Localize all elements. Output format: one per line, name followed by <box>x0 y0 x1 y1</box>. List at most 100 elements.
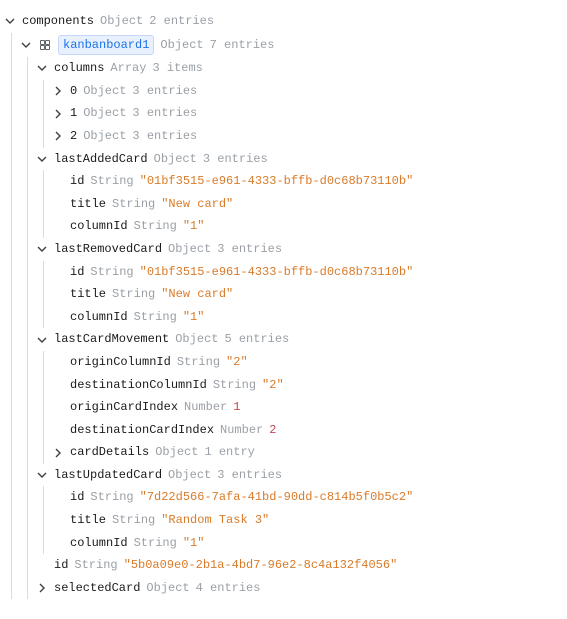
count-label: 3 entries <box>217 240 282 259</box>
chevron-down-icon[interactable] <box>4 15 16 27</box>
tree-row-leaf[interactable]: title String "New card" <box>52 193 559 216</box>
chevron-down-icon[interactable] <box>36 334 48 346</box>
leaf-spacer <box>36 560 48 572</box>
key-label: id <box>70 172 84 191</box>
type-label: String <box>213 376 256 395</box>
tree-row-component[interactable]: kanbanboard1 Object 7 entries <box>20 33 559 58</box>
count-label: 3 entries <box>132 104 197 123</box>
leaf-spacer <box>52 401 64 413</box>
chevron-right-icon[interactable] <box>52 130 64 142</box>
tree-row-leaf[interactable]: originCardIndex Number 1 <box>52 396 559 419</box>
object-tree: components Object 2 entries kanbanboard1… <box>0 0 567 619</box>
tree-row[interactable]: cardDetails Object 1 entry <box>52 441 559 464</box>
type-label: String <box>112 195 155 214</box>
chevron-down-icon[interactable] <box>36 243 48 255</box>
string-value: "1" <box>183 217 205 236</box>
tree-row-leaf[interactable]: id String "01bf3515-e961-4333-bffb-d0c68… <box>52 170 559 193</box>
key-label: columnId <box>70 534 128 553</box>
key-label: title <box>70 511 106 530</box>
key-label: lastUpdatedCard <box>54 466 162 485</box>
type-label: Object <box>83 127 126 146</box>
key-label: 2 <box>70 127 77 146</box>
tree-row[interactable]: lastUpdatedCard Object 3 entries <box>36 464 559 487</box>
string-value: "Random Task 3" <box>161 511 269 530</box>
key-label: lastRemovedCard <box>54 240 162 259</box>
count-label: 1 entry <box>204 443 254 462</box>
tree-row[interactable]: lastCardMovement Object 5 entries <box>36 328 559 351</box>
tree-row-leaf[interactable]: destinationCardIndex Number 2 <box>52 419 559 442</box>
tree-row-leaf[interactable]: columnId String "1" <box>52 532 559 555</box>
chevron-right-icon[interactable] <box>52 85 64 97</box>
tree-row[interactable]: 1 Object 3 entries <box>52 102 559 125</box>
key-label: title <box>70 195 106 214</box>
chevron-right-icon[interactable] <box>52 447 64 459</box>
tree-row-leaf[interactable]: id String "5b0a09e0-2b1a-4bd7-96e2-8c4a1… <box>36 554 559 577</box>
leaf-spacer <box>52 492 64 504</box>
string-value: "01bf3515-e961-4333-bffb-d0c68b73110b" <box>140 172 414 191</box>
leaf-spacer <box>52 266 64 278</box>
tree-row[interactable]: lastAddedCard Object 3 entries <box>36 148 559 171</box>
string-value: "7d22d566-7afa-41bd-90dd-c814b5f0b5c2" <box>140 488 414 507</box>
type-label: String <box>112 285 155 304</box>
key-label: originCardIndex <box>70 398 178 417</box>
type-label: Object <box>160 36 203 55</box>
tree-row-leaf[interactable]: title String "Random Task 3" <box>52 509 559 532</box>
chevron-right-icon[interactable] <box>36 582 48 594</box>
tree-row[interactable]: 0 Object 3 entries <box>52 80 559 103</box>
chevron-down-icon[interactable] <box>36 469 48 481</box>
count-label: 3 items <box>152 59 202 78</box>
type-label: String <box>134 217 177 236</box>
chevron-down-icon[interactable] <box>36 62 48 74</box>
number-value: 1 <box>233 398 240 417</box>
string-value: "1" <box>183 308 205 327</box>
tree-row-leaf[interactable]: id String "7d22d566-7afa-41bd-90dd-c814b… <box>52 486 559 509</box>
leaf-spacer <box>52 288 64 300</box>
type-label: Object <box>175 330 218 349</box>
key-label: 0 <box>70 82 77 101</box>
number-value: 2 <box>269 421 276 440</box>
count-label: 5 entries <box>224 330 289 349</box>
type-label: Object <box>100 12 143 31</box>
leaf-spacer <box>52 514 64 526</box>
key-label: selectedCard <box>54 579 140 598</box>
string-value: "2" <box>226 353 248 372</box>
key-label: title <box>70 285 106 304</box>
type-label: Array <box>110 59 146 78</box>
tree-row-leaf[interactable]: originColumnId String "2" <box>52 351 559 374</box>
type-label: Object <box>83 82 126 101</box>
tree-row[interactable]: lastRemovedCard Object 3 entries <box>36 238 559 261</box>
type-label: String <box>90 488 133 507</box>
chevron-down-icon[interactable] <box>20 39 32 51</box>
component-badge[interactable]: kanbanboard1 <box>58 35 154 56</box>
key-label: columnId <box>70 308 128 327</box>
key-label: lastAddedCard <box>54 150 148 169</box>
tree-row-leaf[interactable]: columnId String "1" <box>52 306 559 329</box>
count-label: 2 entries <box>149 12 214 31</box>
type-label: Number <box>220 421 263 440</box>
type-label: String <box>112 511 155 530</box>
tree-row-root[interactable]: components Object 2 entries <box>4 10 559 33</box>
type-label: Number <box>184 398 227 417</box>
tree-row-leaf[interactable]: destinationColumnId String "2" <box>52 374 559 397</box>
key-label: id <box>54 556 68 575</box>
type-label: Object <box>168 240 211 259</box>
type-label: Object <box>83 104 126 123</box>
tree-row[interactable]: 2 Object 3 entries <box>52 125 559 148</box>
key-label: 1 <box>70 104 77 123</box>
tree-row-leaf[interactable]: id String "01bf3515-e961-4333-bffb-d0c68… <box>52 261 559 284</box>
tree-row-leaf[interactable]: title String "New card" <box>52 283 559 306</box>
string-value: "1" <box>183 534 205 553</box>
key-label: destinationColumnId <box>70 376 207 395</box>
type-label: String <box>74 556 117 575</box>
tree-row[interactable]: selectedCard Object 4 entries <box>36 577 559 600</box>
type-label: Object <box>168 466 211 485</box>
tree-row[interactable]: columns Array 3 items <box>36 57 559 80</box>
chevron-down-icon[interactable] <box>36 153 48 165</box>
string-value: "2" <box>262 376 284 395</box>
tree-row-leaf[interactable]: columnId String "1" <box>52 215 559 238</box>
chevron-right-icon[interactable] <box>52 108 64 120</box>
string-value: "5b0a09e0-2b1a-4bd7-96e2-8c4a132f4056" <box>124 556 398 575</box>
count-label: 3 entries <box>203 150 268 169</box>
string-value: "01bf3515-e961-4333-bffb-d0c68b73110b" <box>140 263 414 282</box>
count-label: 4 entries <box>196 579 261 598</box>
